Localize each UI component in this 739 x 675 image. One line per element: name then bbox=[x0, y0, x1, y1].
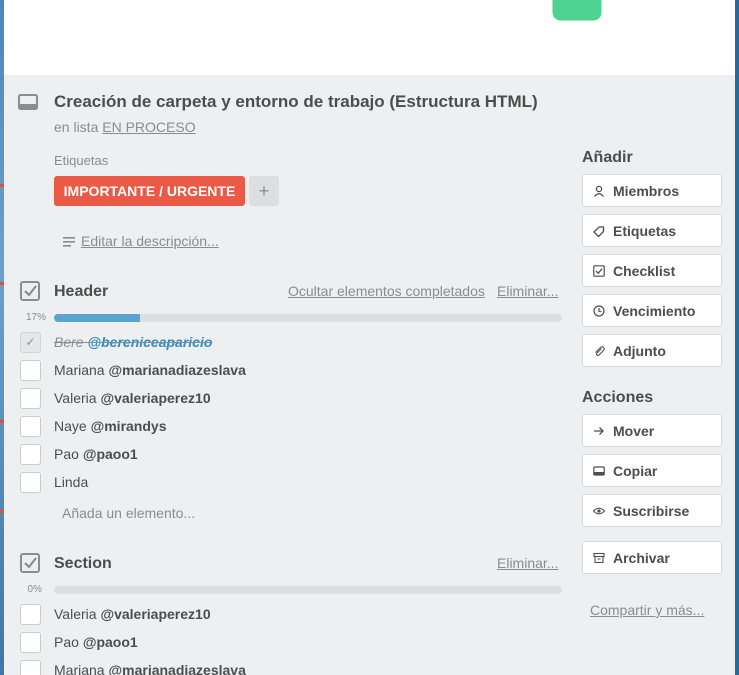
item-checkbox[interactable] bbox=[20, 387, 41, 409]
add-label-button[interactable]: + bbox=[249, 176, 279, 206]
checklist-icon bbox=[20, 553, 40, 573]
add-item-link[interactable]: Añada un elemento... bbox=[62, 505, 195, 521]
labels-button[interactable]: Etiquetas bbox=[582, 214, 722, 247]
checklist-progress-percent: 17% bbox=[25, 312, 46, 323]
item-text[interactable]: Linda bbox=[54, 474, 88, 490]
move-button[interactable]: Mover bbox=[582, 414, 722, 447]
item-checkbox[interactable] bbox=[20, 359, 41, 381]
archive-icon bbox=[593, 552, 605, 564]
delete-checklist-link[interactable]: Eliminar... bbox=[497, 555, 558, 571]
label-icon bbox=[593, 225, 605, 237]
attachment-button[interactable]: Adjunto bbox=[582, 334, 722, 367]
member-mention[interactable]: @paoo1 bbox=[83, 634, 138, 650]
item-checkbox[interactable] bbox=[20, 471, 41, 493]
archive-button[interactable]: Archivar bbox=[582, 541, 722, 574]
add-heading: Añadir bbox=[582, 149, 633, 166]
item-text[interactable]: Valeria @valeriaperez10 bbox=[54, 390, 211, 406]
checklist-button-label: Checklist bbox=[613, 262, 676, 279]
eye-icon bbox=[593, 505, 605, 517]
due-date-button[interactable]: Vencimiento bbox=[582, 294, 722, 327]
due-date-button-label: Vencimiento bbox=[613, 302, 696, 319]
member-icon bbox=[593, 185, 605, 197]
delete-checklist-link[interactable]: Eliminar... bbox=[497, 283, 558, 299]
card-list-info: en lista EN PROCESO bbox=[54, 119, 196, 135]
card-cover bbox=[4, 0, 735, 75]
description-icon bbox=[63, 237, 75, 247]
item-text[interactable]: Pao @paoo1 bbox=[54, 634, 138, 650]
edit-description-link[interactable]: Editar la descripción... bbox=[81, 233, 219, 249]
actions-heading: Acciones bbox=[582, 389, 654, 406]
checklist-item[interactable]: Valeria @valeriaperez10 bbox=[20, 387, 211, 409]
item-checkbox[interactable] bbox=[20, 443, 41, 465]
card-icon bbox=[18, 94, 38, 110]
member-mention[interactable]: @paoo1 bbox=[83, 446, 138, 462]
member-mention[interactable]: @valeriaperez10 bbox=[100, 390, 210, 406]
labels-button-label: Etiquetas bbox=[613, 222, 677, 239]
item-text[interactable]: Mariana @marianadiazeslava bbox=[54, 362, 246, 378]
checklist-item[interactable]: Naye @mirandys bbox=[20, 415, 166, 437]
checklist-progress-fill bbox=[54, 314, 141, 322]
copy-button-label: Copiar bbox=[613, 462, 658, 479]
card-detail-window: Creación de carpeta y entorno de trabajo… bbox=[4, 0, 735, 675]
move-button-label: Mover bbox=[613, 422, 655, 439]
hide-completed-link[interactable]: Ocultar elementos completados bbox=[288, 283, 485, 299]
in-list-prefix: en lista bbox=[54, 119, 99, 135]
list-name-link[interactable]: EN PROCESO bbox=[102, 119, 195, 135]
checklist-item[interactable]: Valeria @valeriaperez10 bbox=[20, 603, 211, 625]
item-text[interactable]: Mariana @marianadiazeslava bbox=[54, 662, 246, 675]
checklist-button[interactable]: Checklist bbox=[582, 254, 722, 287]
checklist-progress-percent: 0% bbox=[27, 584, 42, 595]
checklist-item[interactable]: Linda bbox=[20, 471, 88, 493]
item-text[interactable]: Pao @paoo1 bbox=[54, 446, 138, 462]
item-checkbox[interactable] bbox=[20, 659, 41, 675]
card-title[interactable]: Creación de carpeta y entorno de trabajo… bbox=[54, 92, 538, 112]
checklist-item[interactable]: Mariana @marianadiazeslava bbox=[20, 659, 246, 675]
copy-button[interactable]: Copiar bbox=[582, 454, 722, 487]
arrow-right-icon bbox=[593, 425, 605, 437]
item-checkbox[interactable] bbox=[20, 603, 41, 625]
subscribe-button-label: Suscribirse bbox=[613, 502, 690, 519]
subscribe-button[interactable]: Suscribirse bbox=[582, 494, 722, 527]
copy-icon bbox=[593, 465, 605, 477]
checklist-title-section[interactable]: Section bbox=[54, 555, 112, 573]
item-text[interactable]: Naye @mirandys bbox=[54, 418, 166, 434]
cover-image-icon bbox=[549, 0, 605, 24]
members-button-label: Miembros bbox=[613, 182, 680, 199]
member-mention[interactable]: @mirandys bbox=[91, 418, 167, 434]
item-text[interactable]: Bere @bereniceaparicio bbox=[54, 334, 212, 350]
attachment-icon bbox=[593, 345, 605, 357]
checklist-title-header[interactable]: Header bbox=[54, 283, 108, 301]
member-mention[interactable]: @marianadiazeslava bbox=[108, 662, 245, 675]
checklist-item[interactable]: ✓ Bere @bereniceaparicio bbox=[20, 331, 212, 353]
label-important-urgent[interactable]: IMPORTANTE / URGENTE bbox=[54, 176, 245, 206]
member-mention[interactable]: @bereniceaparicio bbox=[87, 334, 212, 350]
members-button[interactable]: Miembros bbox=[582, 174, 722, 207]
checklist-item[interactable]: Pao @paoo1 bbox=[20, 631, 138, 653]
item-text[interactable]: Valeria @valeriaperez10 bbox=[54, 606, 211, 622]
attachment-button-label: Adjunto bbox=[613, 342, 666, 359]
checklist-icon bbox=[593, 264, 605, 277]
checklist-progress-bar bbox=[54, 586, 562, 594]
checklist-item[interactable]: Pao @paoo1 bbox=[20, 443, 138, 465]
item-checkbox[interactable] bbox=[20, 415, 41, 437]
share-more-link[interactable]: Compartir y más... bbox=[590, 602, 704, 618]
clock-icon bbox=[593, 304, 605, 317]
member-mention[interactable]: @marianadiazeslava bbox=[108, 362, 245, 378]
labels-heading: Etiquetas bbox=[54, 153, 109, 168]
checklist-item[interactable]: Mariana @marianadiazeslava bbox=[20, 359, 246, 381]
checklist-icon bbox=[20, 281, 40, 301]
item-checkbox[interactable]: ✓ bbox=[20, 331, 41, 353]
checklist-progress-bar bbox=[54, 314, 562, 322]
archive-button-label: Archivar bbox=[613, 549, 670, 566]
item-checkbox[interactable] bbox=[20, 631, 41, 653]
member-mention[interactable]: @valeriaperez10 bbox=[100, 606, 210, 622]
